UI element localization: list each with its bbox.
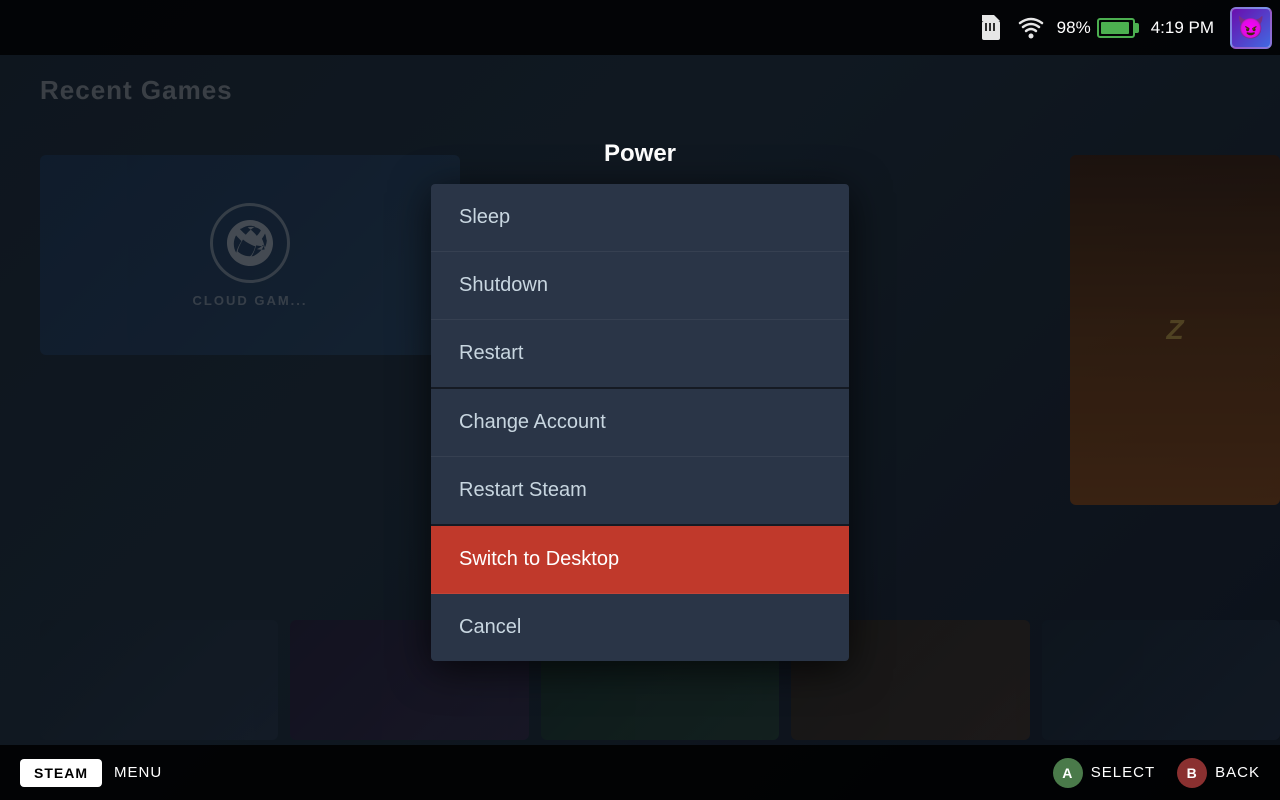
status-bar: 98% 4:19 PM 😈 (0, 0, 1280, 55)
wifi-signal-icon (1017, 17, 1045, 39)
battery-percentage: 98% (1057, 18, 1091, 38)
battery-fill-bar (1101, 22, 1130, 34)
menu-item-sleep[interactable]: Sleep (431, 184, 849, 252)
power-modal: Power Sleep Shutdown Restart Change Acco… (0, 55, 1280, 745)
taskbar-left: STEAM MENU (20, 759, 162, 787)
menu-item-restart-steam[interactable]: Restart Steam (431, 457, 849, 526)
taskbar-right: A SELECT B BACK (1053, 758, 1260, 788)
steam-button[interactable]: STEAM (20, 759, 102, 787)
menu-item-change-account[interactable]: Change Account (431, 389, 849, 457)
taskbar: STEAM MENU A SELECT B BACK (0, 745, 1280, 800)
menu-label: MENU (114, 764, 162, 781)
sd-card-icon (977, 17, 1005, 39)
current-time: 4:19 PM (1151, 18, 1214, 38)
menu-item-switch-to-desktop[interactable]: Switch to Desktop (431, 526, 849, 594)
battery-status: 98% (1057, 18, 1135, 38)
menu-item-shutdown[interactable]: Shutdown (431, 252, 849, 320)
select-label: SELECT (1091, 764, 1155, 781)
back-action: B BACK (1177, 758, 1260, 788)
back-label: BACK (1215, 764, 1260, 781)
avatar[interactable]: 😈 (1230, 7, 1272, 49)
b-button-icon[interactable]: B (1177, 758, 1207, 788)
select-action: A SELECT (1053, 758, 1155, 788)
menu-item-restart[interactable]: Restart (431, 320, 849, 389)
battery-icon (1097, 18, 1135, 38)
avatar-emoji: 😈 (1237, 15, 1264, 41)
modal-title: Power (604, 140, 676, 168)
menu-item-cancel[interactable]: Cancel (431, 594, 849, 661)
a-button-icon[interactable]: A (1053, 758, 1083, 788)
power-menu: Sleep Shutdown Restart Change Account Re… (431, 184, 849, 661)
